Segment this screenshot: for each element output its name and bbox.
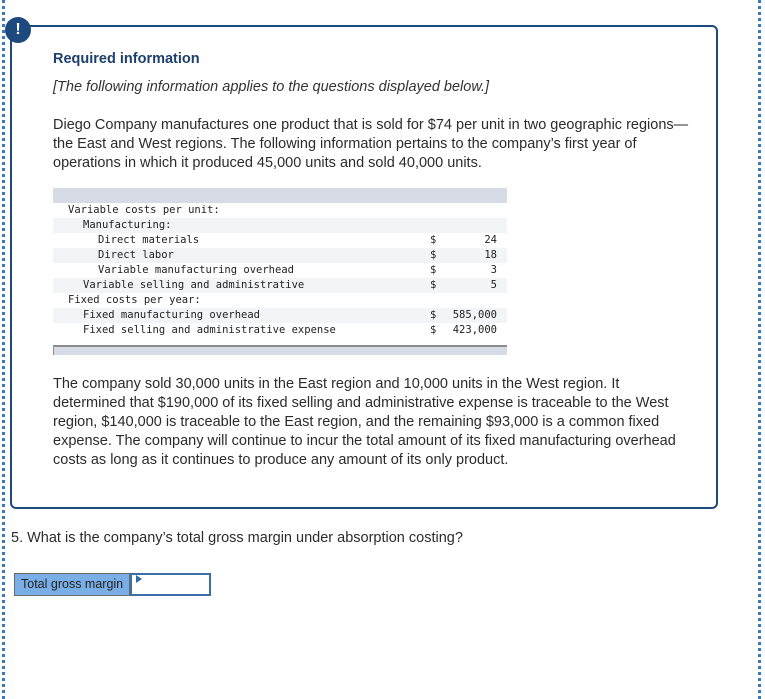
row-value: 423,000 <box>452 324 497 336</box>
row-label: Fixed costs per year: <box>68 294 201 306</box>
intro-paragraph: Diego Company manufactures one product t… <box>53 117 689 171</box>
input-flag-icon <box>136 575 142 583</box>
answer-label: Total gross margin <box>14 573 131 596</box>
table-header-bar <box>53 188 507 203</box>
dollar-sign: $ <box>430 324 437 336</box>
table-row: Fixed selling and administrative expense… <box>53 323 507 338</box>
cost-table: Variable costs per unit: Manufacturing: Di… <box>53 188 507 355</box>
table-row: Direct labor $18 <box>53 248 507 263</box>
dollar-sign: $ <box>430 279 437 291</box>
exclamation-icon: ! <box>5 17 31 43</box>
row-label: Variable selling and administrative <box>83 279 305 291</box>
table-row: Manufacturing: <box>53 218 507 233</box>
row-label: Variable costs per unit: <box>68 204 220 216</box>
table-row: Variable manufacturing overhead $3 <box>53 263 507 278</box>
row-value: 18 <box>484 249 497 261</box>
row-label: Variable manufacturing overhead <box>98 264 294 276</box>
table-row: Direct materials $24 <box>53 233 507 248</box>
dollar-sign: $ <box>430 309 437 321</box>
dollar-sign: $ <box>430 234 437 246</box>
total-gross-margin-input[interactable] <box>130 573 212 596</box>
row-label: Direct labor <box>98 249 174 261</box>
row-label: Direct materials <box>98 234 200 246</box>
dollar-sign: $ <box>430 249 437 261</box>
table-footer-bar <box>53 345 507 355</box>
row-value: 24 <box>484 234 497 246</box>
row-label: Fixed manufacturing overhead <box>83 309 261 321</box>
row-value: 585,000 <box>452 309 497 321</box>
row-value: 3 <box>490 264 497 276</box>
required-info-subtitle: [The following information applies to th… <box>53 79 490 95</box>
table-row: Fixed manufacturing overhead $585,000 <box>53 308 507 323</box>
dollar-sign: $ <box>430 264 437 276</box>
second-paragraph: The company sold 30,000 units in the Eas… <box>53 376 676 468</box>
table-row: Variable costs per unit: <box>53 203 507 218</box>
row-label: Fixed selling and administrative expense <box>83 324 336 336</box>
table-body: Variable costs per unit: Manufacturing: Di… <box>53 203 507 338</box>
answer-row: Total gross margin <box>14 573 212 596</box>
required-info-title: Required information <box>53 51 200 67</box>
row-label: Manufacturing: <box>83 219 172 231</box>
row-value: 5 <box>490 279 497 291</box>
table-row: Fixed costs per year: <box>53 293 507 308</box>
question-text: 5. What is the company’s total gross mar… <box>11 530 463 546</box>
table-row: Variable selling and administrative $5 <box>53 278 507 293</box>
